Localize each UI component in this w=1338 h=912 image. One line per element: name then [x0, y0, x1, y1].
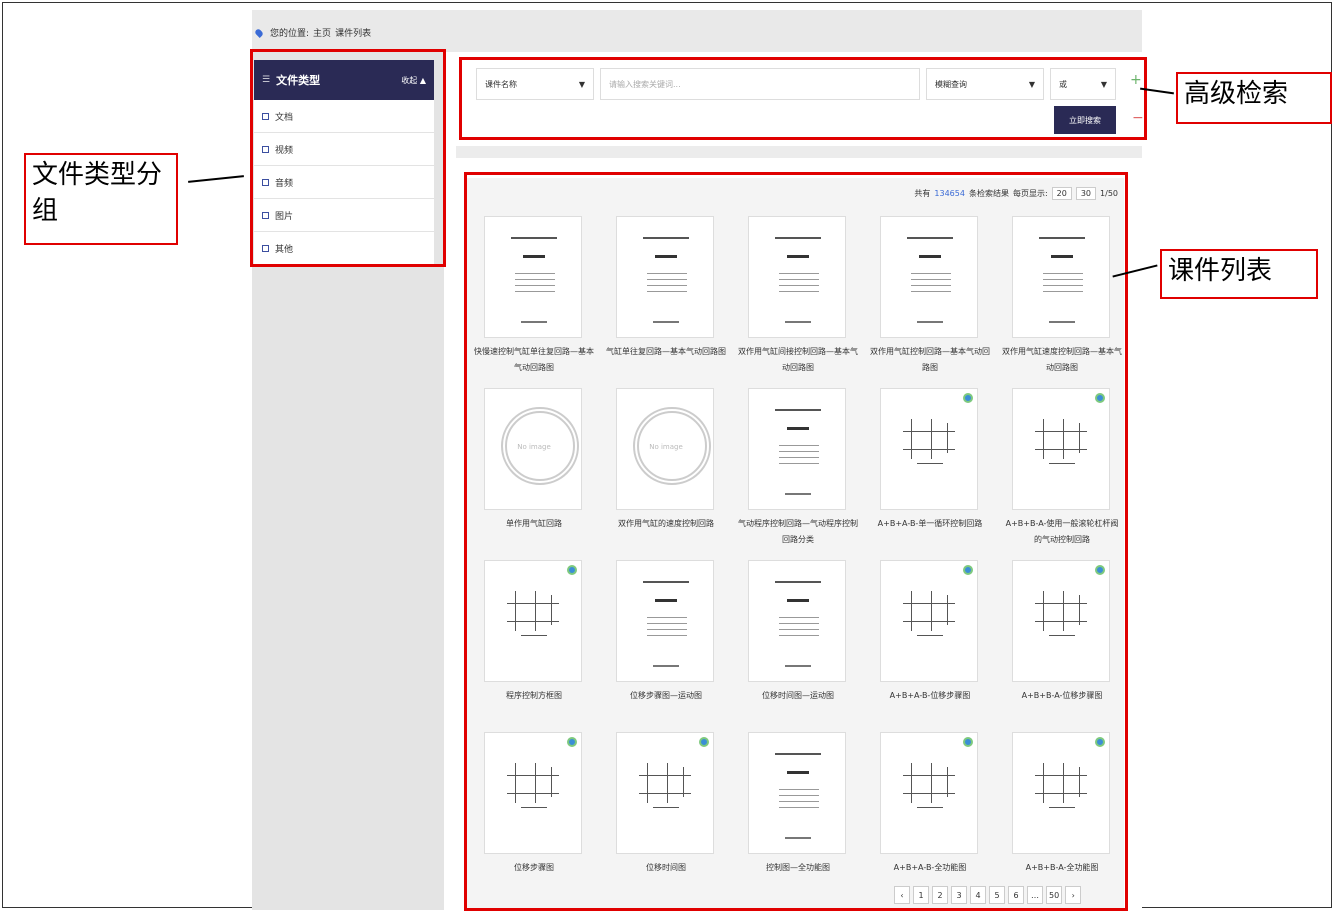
search-callout: 高级检索 [1176, 72, 1332, 124]
search-highlight-box [459, 57, 1147, 140]
breadcrumb-prefix: 您的位置: [270, 29, 310, 39]
list-callout: 课件列表 [1160, 249, 1318, 299]
section-divider [456, 146, 1142, 158]
sidebar-callout: 文件类型分组 [24, 153, 178, 245]
top-bar: 您的位置: 主页 课件列表 [252, 10, 1142, 52]
location-pin-icon [254, 27, 264, 38]
sidebar-highlight-box [250, 49, 446, 267]
breadcrumb: 您的位置: 主页 课件列表 [254, 26, 372, 39]
list-highlight-box [464, 172, 1128, 911]
breadcrumb-home[interactable]: 主页 [313, 26, 331, 39]
breadcrumb-current: 课件列表 [335, 29, 372, 39]
